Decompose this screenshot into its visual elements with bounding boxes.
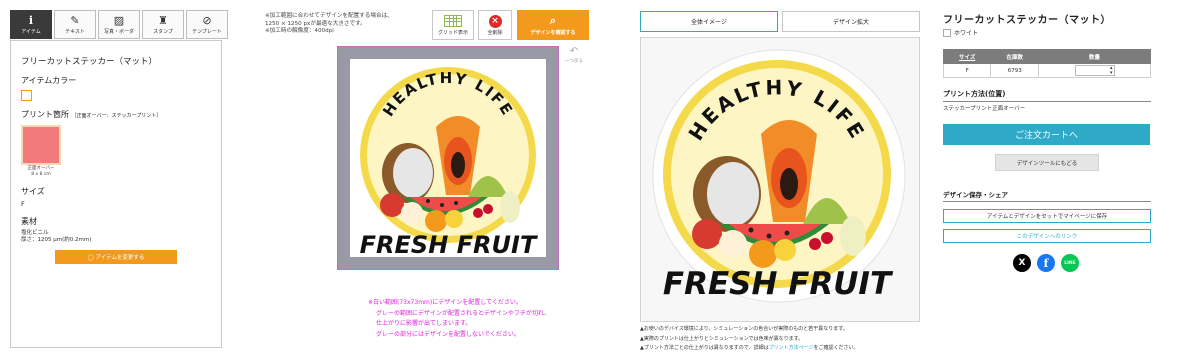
print-area-thumbnail[interactable] — [21, 125, 61, 165]
save-share-heading: デザイン保存・シェア — [943, 189, 1151, 202]
stepper-arrows-icon[interactable]: ▴ ▾ — [1110, 65, 1114, 76]
size-cell: F — [942, 63, 992, 78]
print-method-value: ステッカープリント正面オーバー — [943, 106, 1026, 112]
print-area-label: プリント箇所 ［正面オーバー：ステッカープリント］ — [21, 109, 211, 120]
notice-line: 1250 × 1250 pxが最適な大きさです。 — [265, 20, 366, 27]
quantity-stepper[interactable]: ▴ ▾ — [1074, 65, 1115, 77]
image-icon: ▨ — [113, 13, 125, 27]
footnote-line: ▲プリント方法ごとの仕上がりは異なりますので、詳細はプリント方法ページをご確認く… — [640, 344, 859, 354]
preview-bottom-text: FRESH FRUIT — [663, 266, 894, 302]
toolbar-template-label: テンプレート — [192, 28, 222, 35]
material-label: 素材 — [21, 217, 37, 226]
print-area-title: プリント箇所 — [21, 110, 69, 119]
toolbar-item-tab[interactable]: i アイテム — [10, 10, 52, 39]
design-editor-panel: i アイテム ✎ テキスト ▨ 写真・ボーダ ♜ スタンプ ⊘ テンプレート ※… — [0, 0, 596, 358]
size-label: サイズ — [21, 187, 45, 196]
design-bottom-text: FRESH FRUIT — [360, 231, 538, 259]
undo-button[interactable]: ↶ 一つ戻る — [562, 46, 586, 66]
column-header-quantity: 数量 — [1038, 49, 1151, 64]
warning-line: グレーの範囲にデザインが配置されるとデザインやフチが切れ、 — [376, 309, 551, 317]
material-line: 塩化ビニル — [21, 230, 49, 236]
product-title: フリーカットステッカー（マット） — [943, 15, 1111, 26]
sticker-preview: HEALTHY LIFE FRESH FRUIT — [652, 49, 906, 303]
color-name: ホワイト — [954, 30, 979, 37]
footnote-text: ▲プリント方法ごとの仕上がりは異なりますので、詳細は — [640, 345, 769, 351]
design-link-button[interactable]: このデザインへのリンク — [943, 229, 1151, 243]
item-title: フリーカットステッカー（マット） — [21, 57, 158, 67]
warning-line: ※白い範囲(73x73mm)にデザインを配置してください。 — [368, 299, 522, 306]
monitor-search-icon: ⌕ — [549, 13, 557, 27]
warning-line: 仕上がりに影響が出てしまいます。 — [376, 320, 472, 327]
footnote-text: をご確認ください。 — [813, 345, 859, 351]
stamp-icon: ♜ — [158, 13, 168, 27]
notice-line: ※加工範囲に合わせてデザインを配置する場合は、 — [265, 13, 393, 19]
product-color: ホワイト — [943, 28, 978, 37]
x-share-icon[interactable]: X — [1013, 254, 1031, 272]
facebook-share-icon[interactable]: f — [1037, 254, 1055, 272]
table-row: F 6793 ▴ ▾ — [942, 63, 1151, 78]
toolbar-item-label: アイテム — [21, 28, 41, 35]
compass-icon: ⊘ — [202, 13, 212, 27]
grid-label: グリッド表示 — [437, 29, 468, 36]
column-header-size[interactable]: サイズ — [942, 49, 992, 64]
notice-line: ※加工時の解像度：400dpi — [265, 28, 334, 34]
tab-design-zoom[interactable]: デザイン拡大 — [782, 11, 920, 32]
quantity-cell: ▴ ▾ — [1038, 63, 1151, 78]
placement-warning: ※白い範囲(73x73mm)にデザインを配置してください。 グレーの範囲にデザイ… — [368, 298, 550, 340]
close-icon: × — [488, 14, 502, 28]
save-to-mypage-button[interactable]: アイテムとデザインをセットでマイページに保存 — [943, 209, 1151, 223]
info-icon: i — [28, 13, 34, 27]
stock-table: サイズ 在庫数 数量 F 6793 ▴ ▾ — [942, 49, 1151, 78]
delete-label: 全削除 — [487, 29, 503, 36]
pen-icon: ✎ — [70, 13, 80, 27]
undo-label: 一つ戻る — [565, 59, 583, 64]
footnote-line: ▲お使いのデバイス環境により、シミュレーションの色合いが実際のものと若干異なりま… — [640, 326, 848, 332]
delete-all-button[interactable]: × 全削除 — [478, 10, 512, 40]
line-share-icon[interactable]: LINE — [1061, 254, 1079, 272]
change-item-button[interactable]: ◯ アイテムを変更する — [55, 250, 177, 264]
column-header-stock: 在庫数 — [990, 49, 1040, 64]
toolbar-text-tab[interactable]: ✎ テキスト — [54, 10, 96, 39]
resolution-notice: ※加工範囲に合わせてデザインを配置する場合は、 1250 × 1250 pxが最… — [265, 13, 393, 36]
item-properties-panel: フリーカットステッカー（マット） アイテムカラー プリント箇所 ［正面オーバー：… — [10, 40, 222, 348]
warning-line: グレーの部分にはデザインを配置しないでください。 — [376, 330, 520, 338]
design-canvas[interactable]: HEALTHY LIFE FRESH FRUIT — [337, 46, 559, 270]
size-value: F — [21, 200, 25, 208]
design-artwork[interactable]: HEALTHY LIFE FRESH FRUIT — [338, 47, 558, 269]
stock-cell: 6793 — [990, 63, 1040, 78]
product-preview: HEALTHY LIFE FRESH FRUIT — [640, 37, 920, 322]
print-area-size: 8 x 8 cm — [31, 172, 51, 177]
item-color-label: アイテムカラー — [21, 76, 77, 85]
print-area-sub: ［正面オーバー：ステッカープリント］ — [71, 113, 162, 119]
item-color-swatch[interactable] — [21, 90, 32, 101]
preview-footnotes: ▲お使いのデバイス環境により、シミュレーションの色合いが実際のものと若干異なりま… — [640, 325, 859, 354]
toolbar-photo-tab[interactable]: ▨ 写真・ボーダ — [98, 10, 140, 39]
print-method-link[interactable]: プリント方法ページ — [769, 345, 814, 351]
color-swatch — [943, 28, 951, 37]
print-method-heading: プリント方法(位置) — [943, 89, 1151, 102]
footnote-line: ▲実際のプリントは仕上がりとシミュレーションでは色味が異なります。 — [640, 335, 804, 342]
toolbar-template-tab[interactable]: ⊘ テンプレート — [186, 10, 228, 39]
table-header-row: サイズ 在庫数 数量 — [942, 49, 1151, 64]
confirm-label: デザインを確認する — [530, 29, 576, 36]
order-cart-button[interactable]: ご注文カートへ — [943, 124, 1150, 145]
toolbar-stamp-label: スタンプ — [153, 28, 173, 35]
material-detail: 塩化ビニル 厚さ：1205 μm(約0.2mm) — [21, 230, 211, 244]
toolbar-photo-label: 写真・ボーダ — [103, 28, 134, 35]
undo-icon: ↶ — [569, 46, 579, 57]
confirm-design-button[interactable]: ⌕ デザインを確認する — [517, 10, 589, 40]
grid-icon — [444, 14, 462, 27]
back-to-design-tool-button[interactable]: デザインツールにもどる — [995, 154, 1099, 171]
material-line: 厚さ：1205 μm(約0.2mm) — [21, 237, 92, 243]
editor-toolbar: i アイテム ✎ テキスト ▨ 写真・ボーダ ♜ スタンプ ⊘ テンプレート — [10, 10, 230, 39]
print-area-caption: 正面オーバー 8 x 8 cm — [21, 166, 61, 178]
toolbar-text-label: テキスト — [65, 28, 85, 35]
tab-overall-image[interactable]: 全体イメージ — [640, 11, 778, 32]
print-area-selector[interactable]: 正面オーバー 8 x 8 cm — [21, 125, 61, 178]
toolbar-stamp-tab[interactable]: ♜ スタンプ — [142, 10, 184, 39]
grid-toggle-button[interactable]: グリッド表示 — [432, 10, 474, 40]
